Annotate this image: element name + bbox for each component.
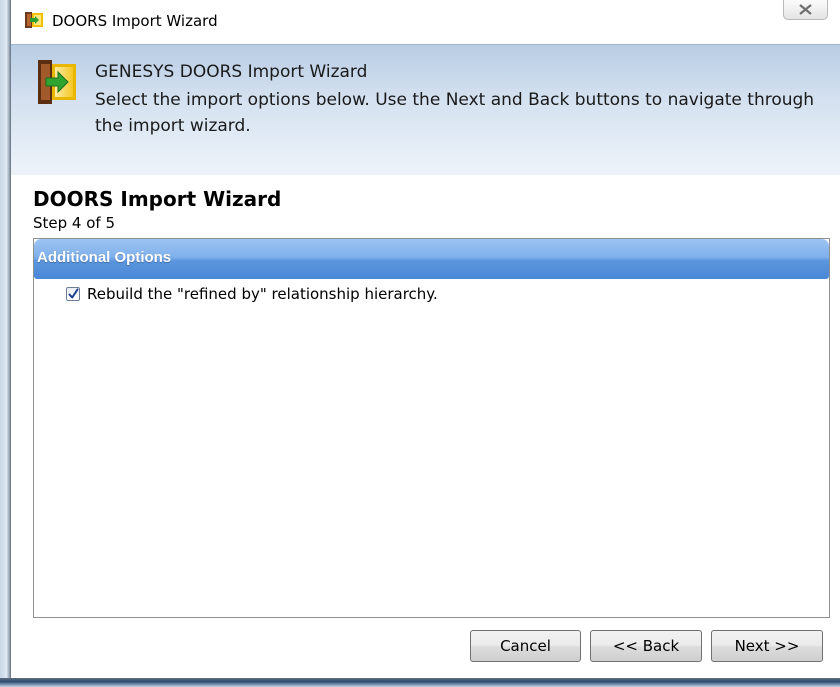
- checkmark-icon: [68, 288, 79, 299]
- back-button[interactable]: << Back: [590, 630, 702, 662]
- wizard-step-indicator: Step 4 of 5: [33, 214, 116, 232]
- checkbox-label: Rebuild the "refined by" relationship hi…: [87, 285, 438, 303]
- window-title: DOORS Import Wizard: [52, 12, 218, 30]
- next-button[interactable]: Next >>: [711, 630, 823, 662]
- door-import-icon: [36, 58, 80, 108]
- title-bar: DOORS Import Wizard: [11, 0, 840, 44]
- banner-heading: GENESYS DOORS Import Wizard: [95, 62, 368, 82]
- rebuild-hierarchy-checkbox[interactable]: [66, 287, 80, 301]
- banner-description: Select the import options below. Use the…: [95, 90, 815, 136]
- cancel-button[interactable]: Cancel: [470, 630, 581, 662]
- wizard-banner: GENESYS DOORS Import Wizard Select the i…: [11, 44, 840, 175]
- close-icon: [799, 4, 812, 15]
- close-button[interactable]: [783, 0, 828, 20]
- window-frame-left: [0, 0, 11, 687]
- window-frame-bottom: [0, 678, 840, 687]
- wizard-title: DOORS Import Wizard: [33, 187, 282, 211]
- panel-header: Additional Options: [34, 239, 829, 279]
- app-icon: [24, 11, 44, 29]
- options-panel: Additional Options Rebuild the "refined …: [33, 238, 830, 618]
- panel-header-label: Additional Options: [37, 249, 172, 266]
- option-rebuild-refined-by[interactable]: Rebuild the "refined by" relationship hi…: [66, 284, 438, 304]
